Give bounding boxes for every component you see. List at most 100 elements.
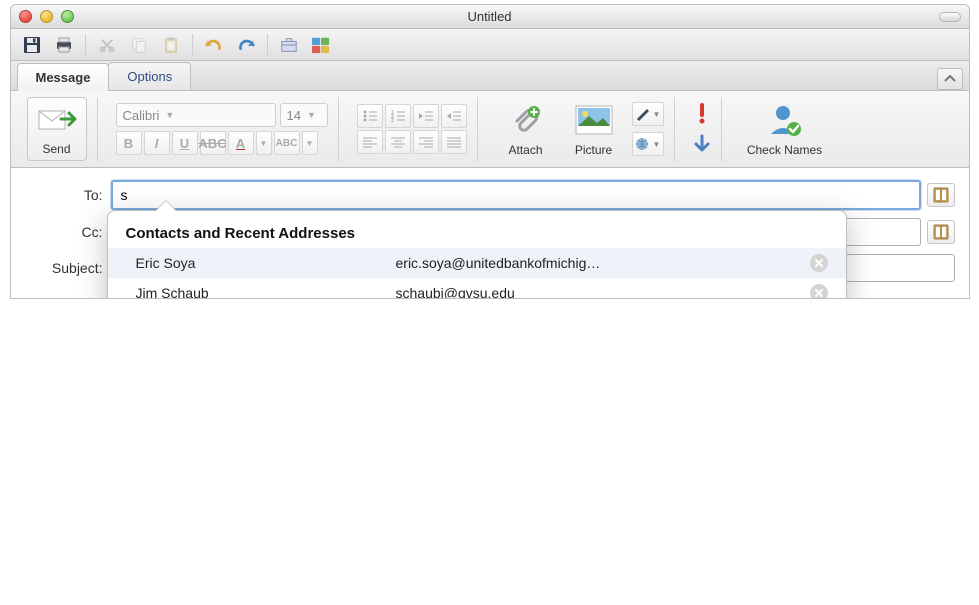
- autocomplete-list: Eric Soya eric.soya@unitedbankofmichig… Ji…: [108, 248, 846, 299]
- to-addressbook-button[interactable]: [927, 183, 955, 207]
- quick-access-toolbar: [11, 29, 969, 61]
- toolbar-separator: [85, 34, 86, 56]
- group-paragraph: 123: [347, 97, 478, 161]
- contact-name: Eric Soya: [136, 255, 386, 271]
- chevron-down-icon: ▼: [260, 139, 268, 148]
- bullet-list-button[interactable]: [357, 104, 383, 128]
- group-check-names: Check Names: [730, 97, 840, 161]
- align-justify-button[interactable]: [441, 130, 467, 154]
- picture-label: Picture: [575, 143, 612, 157]
- highlight-dropdown[interactable]: ▼: [302, 131, 318, 155]
- check-names-button[interactable]: Check Names: [740, 97, 830, 161]
- send-button-label: Send: [42, 142, 70, 156]
- address-area: To: Cc:: [11, 168, 969, 298]
- attach-label: Attach: [508, 143, 542, 157]
- signature-dropdown[interactable]: ▼: [632, 102, 664, 126]
- cc-addressbook-button[interactable]: [927, 220, 955, 244]
- align-center-icon: [391, 136, 405, 148]
- underline-button[interactable]: U: [172, 131, 198, 155]
- check-names-label: Check Names: [747, 143, 822, 157]
- ribbon: Send Calibri ▼ 14 ▼ B I U: [11, 91, 969, 168]
- numbered-list-button[interactable]: 123: [385, 104, 411, 128]
- tab-options[interactable]: Options: [108, 62, 191, 90]
- save-button[interactable]: [19, 32, 45, 58]
- outdent-button[interactable]: [413, 104, 439, 128]
- close-icon: [814, 288, 824, 298]
- indent-icon: [447, 110, 461, 122]
- highlight-button[interactable]: ABC: [274, 131, 300, 155]
- addressbook-icon: [932, 187, 950, 203]
- to-input[interactable]: [111, 180, 921, 210]
- titlebar: Untitled: [11, 5, 969, 29]
- paste-button[interactable]: [158, 32, 184, 58]
- chevron-down-icon: ▼: [307, 110, 316, 120]
- hyperlink-dropdown[interactable]: ▼: [632, 132, 664, 156]
- chevron-down-icon: ▼: [653, 110, 661, 119]
- italic-button[interactable]: I: [144, 131, 170, 155]
- redo-icon: [236, 36, 256, 54]
- undo-icon: [204, 36, 224, 54]
- contact-suggestion[interactable]: Eric Soya eric.soya@unitedbankofmichig…: [108, 248, 846, 278]
- font-size-value: 14: [287, 108, 301, 123]
- chevron-down-icon: ▼: [165, 110, 174, 120]
- align-left-button[interactable]: [357, 130, 383, 154]
- align-right-button[interactable]: [413, 130, 439, 154]
- align-right-icon: [419, 136, 433, 148]
- print-button[interactable]: [51, 32, 77, 58]
- picture-icon: [575, 105, 613, 135]
- font-color-button[interactable]: A: [228, 131, 254, 155]
- font-family-select[interactable]: Calibri ▼: [116, 103, 276, 127]
- media-browser-button[interactable]: [308, 32, 334, 58]
- addressbook-icon: [932, 224, 950, 240]
- floppy-disk-icon: [22, 35, 42, 55]
- indent-button[interactable]: [441, 104, 467, 128]
- font-size-select[interactable]: 14 ▼: [280, 103, 328, 127]
- window-title: Untitled: [11, 9, 969, 24]
- person-check-icon: [767, 102, 803, 138]
- align-center-button[interactable]: [385, 130, 411, 154]
- contact-suggestion[interactable]: Jim Schaubschaubj@gvsu.edu: [108, 278, 846, 299]
- toolbox-button[interactable]: [276, 32, 302, 58]
- copy-icon: [130, 36, 148, 54]
- remove-suggestion-button[interactable]: [810, 254, 828, 272]
- redo-button[interactable]: [233, 32, 259, 58]
- subject-label: Subject:: [25, 260, 103, 276]
- scissors-icon: [98, 36, 116, 54]
- strikethrough-button[interactable]: ABC: [200, 131, 226, 155]
- cut-button[interactable]: [94, 32, 120, 58]
- toolbar-separator: [267, 34, 268, 56]
- copy-button[interactable]: [126, 32, 152, 58]
- align-justify-icon: [447, 136, 461, 148]
- svg-text:3: 3: [391, 118, 394, 122]
- paperclip-icon: [509, 103, 543, 137]
- chevron-down-icon: ▼: [306, 139, 314, 148]
- collapse-ribbon-button[interactable]: [937, 68, 963, 90]
- remove-suggestion-button[interactable]: [810, 284, 828, 299]
- bold-button[interactable]: B: [116, 131, 142, 155]
- attach-button[interactable]: Attach: [496, 97, 556, 161]
- down-arrow-icon: [693, 134, 711, 154]
- align-left-icon: [363, 136, 377, 148]
- globe-link-icon: [635, 137, 651, 151]
- group-insert: Attach Picture ▼: [486, 97, 675, 161]
- envelope-send-icon: [37, 105, 77, 137]
- tab-message[interactable]: Message: [17, 63, 110, 91]
- toolbar-separator: [192, 34, 193, 56]
- group-priority: [683, 97, 722, 161]
- autocomplete-header: Contacts and Recent Addresses: [108, 225, 846, 248]
- picture-button[interactable]: Picture: [564, 97, 624, 161]
- ribbon-tabs: Message Options: [11, 61, 969, 91]
- contact-email: eric.soya@unitedbankofmichig…: [396, 255, 800, 271]
- send-button[interactable]: Send: [27, 97, 87, 161]
- low-priority-button[interactable]: [693, 134, 711, 157]
- high-priority-button[interactable]: [694, 101, 710, 128]
- undo-button[interactable]: [201, 32, 227, 58]
- font-color-dropdown[interactable]: ▼: [256, 131, 272, 155]
- close-icon: [814, 258, 824, 268]
- cc-label: Cc:: [25, 224, 103, 240]
- pen-icon: [635, 107, 651, 121]
- to-label: To:: [25, 187, 103, 203]
- toolbox-icon: [280, 36, 298, 54]
- exclamation-icon: [694, 101, 710, 125]
- contact-name: Jim Schaub: [136, 285, 386, 299]
